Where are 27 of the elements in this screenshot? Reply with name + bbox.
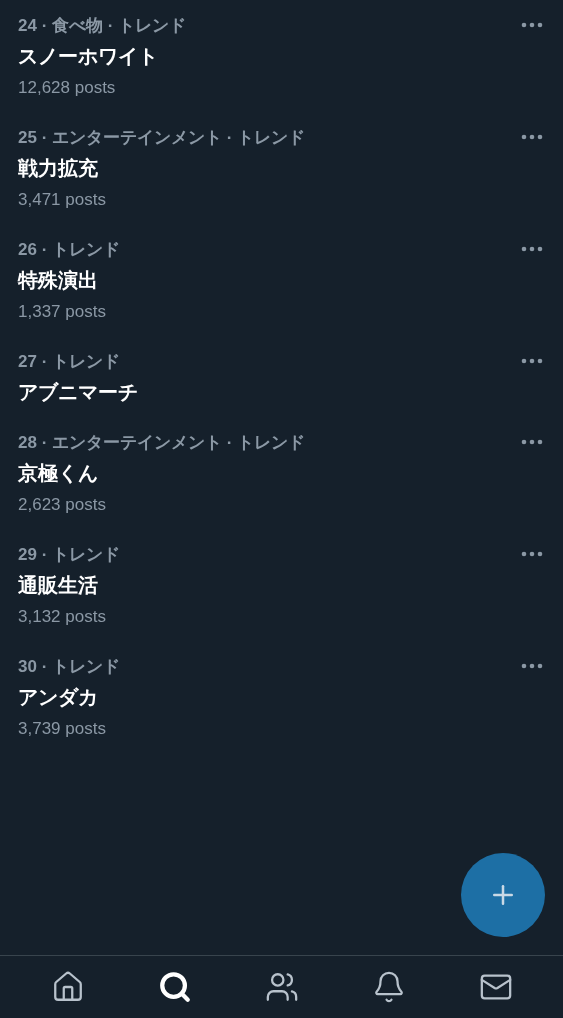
trend-title[interactable]: 京極くん (18, 458, 521, 489)
more-icon[interactable] (521, 439, 543, 445)
trend-title[interactable]: 特殊演出 (18, 265, 521, 296)
trend-title[interactable]: 通販生活 (18, 570, 521, 601)
trend-title[interactable]: スノーホワイト (18, 41, 521, 72)
more-icon[interactable] (521, 358, 543, 364)
more-icon[interactable] (521, 551, 543, 557)
trend-context: 24 · 食べ物 · トレンド (18, 15, 188, 37)
trend-context: 28 · エンターテインメント · トレンド (18, 432, 307, 454)
post-count: 12,628 posts (18, 77, 117, 99)
trend-context: 25 · エンターテインメント · トレンド (18, 127, 307, 149)
more-icon[interactable] (521, 134, 543, 140)
more-icon[interactable] (521, 663, 543, 669)
trend-context: 29 · トレンド (18, 544, 122, 566)
trend-context: 26 · トレンド (18, 239, 122, 261)
post-count: 3,132 posts (18, 606, 107, 628)
more-icon[interactable] (521, 246, 543, 252)
trend-title[interactable]: アブニマーチ (18, 377, 521, 408)
more-icon[interactable] (521, 22, 543, 28)
post-count: 2,623 posts (18, 494, 107, 516)
post-count: 1,337 posts (18, 301, 107, 323)
trend-title[interactable]: アンダカ (18, 682, 521, 713)
trend-title[interactable]: 戦力拡充 (18, 153, 521, 184)
post-count: 3,471 posts (18, 189, 107, 211)
trend-context: 30 · トレンド (18, 656, 122, 678)
trend-context: 27 · トレンド (18, 351, 122, 373)
post-count: 3,739 posts (18, 718, 107, 740)
